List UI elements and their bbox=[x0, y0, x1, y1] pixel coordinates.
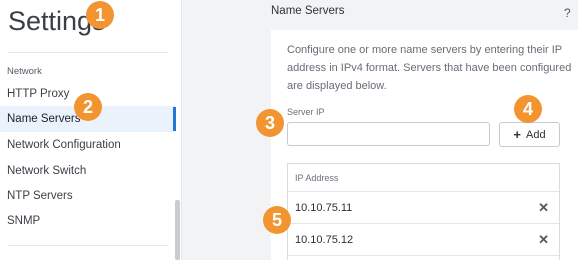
sidebar-scrollbar[interactable] bbox=[175, 200, 180, 260]
plus-icon: + bbox=[513, 127, 521, 142]
table-row: 10.10.75.12 ✕ bbox=[288, 224, 559, 256]
close-icon[interactable]: ✕ bbox=[538, 224, 549, 256]
ip-address-value: 10.10.75.12 bbox=[295, 234, 354, 246]
close-icon[interactable]: ✕ bbox=[538, 192, 549, 224]
page-title: Name Servers bbox=[271, 5, 345, 17]
question-mark-icon[interactable]: ? bbox=[564, 6, 571, 20]
active-indicator bbox=[173, 107, 176, 131]
callout-marker: 4 bbox=[514, 95, 542, 123]
sidebar-item-snmp[interactable]: SNMP bbox=[0, 208, 176, 234]
callout-marker: 5 bbox=[263, 206, 291, 234]
settings-sidebar: Settings Network HTTP Proxy Name Servers… bbox=[0, 0, 182, 260]
callout-marker: 1 bbox=[86, 1, 114, 29]
table-header-ip-address: IP Address bbox=[288, 164, 559, 192]
ip-address-table: IP Address 10.10.75.11 ✕ 10.10.75.12 ✕ bbox=[287, 163, 560, 260]
add-button[interactable]: + Add bbox=[499, 122, 560, 147]
callout-marker: 3 bbox=[256, 109, 284, 137]
server-ip-label: Server IP bbox=[287, 107, 325, 117]
divider bbox=[8, 245, 168, 246]
ip-address-value: 10.10.75.11 bbox=[295, 202, 353, 214]
callout-marker: 2 bbox=[74, 93, 102, 121]
sidebar-item-network-configuration[interactable]: Network Configuration bbox=[0, 132, 176, 158]
name-servers-panel: Configure one or more name servers by en… bbox=[271, 30, 578, 260]
server-ip-input[interactable] bbox=[287, 122, 490, 146]
sidebar-item-network-switch[interactable]: Network Switch bbox=[0, 158, 176, 184]
description-text: Configure one or more name servers by en… bbox=[287, 44, 572, 92]
table-row: 10.10.75.11 ✕ bbox=[288, 192, 559, 224]
section-label-network: Network bbox=[7, 66, 42, 77]
divider bbox=[8, 52, 168, 53]
add-button-label: Add bbox=[526, 128, 546, 141]
sidebar-item-ntp-servers[interactable]: NTP Servers bbox=[0, 183, 176, 209]
